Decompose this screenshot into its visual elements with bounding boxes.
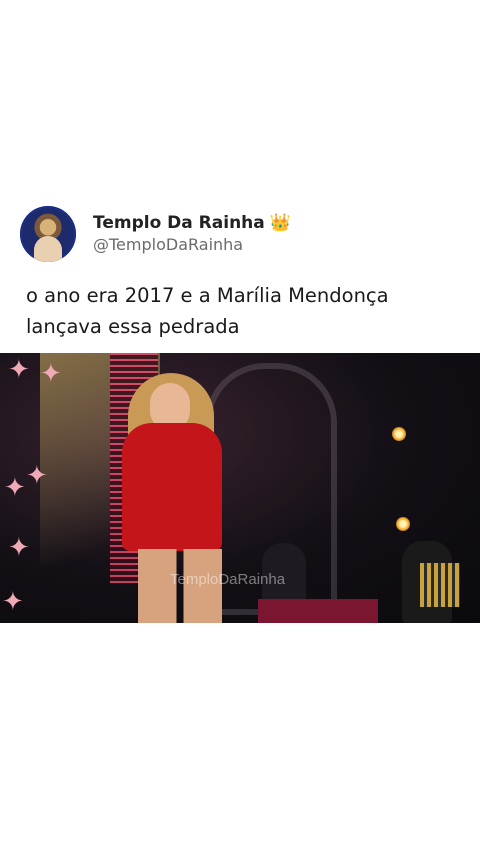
post-header: Templo Da Rainha 👑 @TemploDaRainha (20, 206, 291, 262)
crown-icon: 👑 (269, 213, 291, 233)
author-display-name[interactable]: Templo Da Rainha 👑 (93, 212, 291, 234)
stage-spotlight (392, 427, 406, 441)
star-decoration-icon: ✦ (40, 359, 62, 389)
stage-spotlight (396, 517, 410, 531)
keyboard-instrument (258, 599, 378, 623)
star-decoration-icon: ✦ (2, 587, 24, 617)
author-handle[interactable]: @TemploDaRainha (93, 234, 291, 256)
star-decoration-icon: ✦ (4, 473, 26, 503)
star-decoration-icon: ✦ (26, 461, 48, 491)
accordion-instrument (420, 563, 460, 607)
post-media-video[interactable]: ✦ ✦ ✦ ✦ ✦ ✦ TemploDaRainha (0, 353, 480, 623)
star-decoration-icon: ✦ (8, 533, 30, 563)
star-decoration-icon: ✦ (8, 355, 30, 385)
singer-red-dress (122, 423, 222, 551)
video-watermark: TemploDaRainha (170, 571, 286, 588)
author-display-name-text[interactable]: Templo Da Rainha (93, 212, 265, 234)
post-text: o ano era 2017 e a Marília Mendonça lanç… (26, 284, 389, 338)
author-names: Templo Da Rainha 👑 @TemploDaRainha (93, 212, 291, 256)
avatar[interactable] (20, 206, 76, 262)
